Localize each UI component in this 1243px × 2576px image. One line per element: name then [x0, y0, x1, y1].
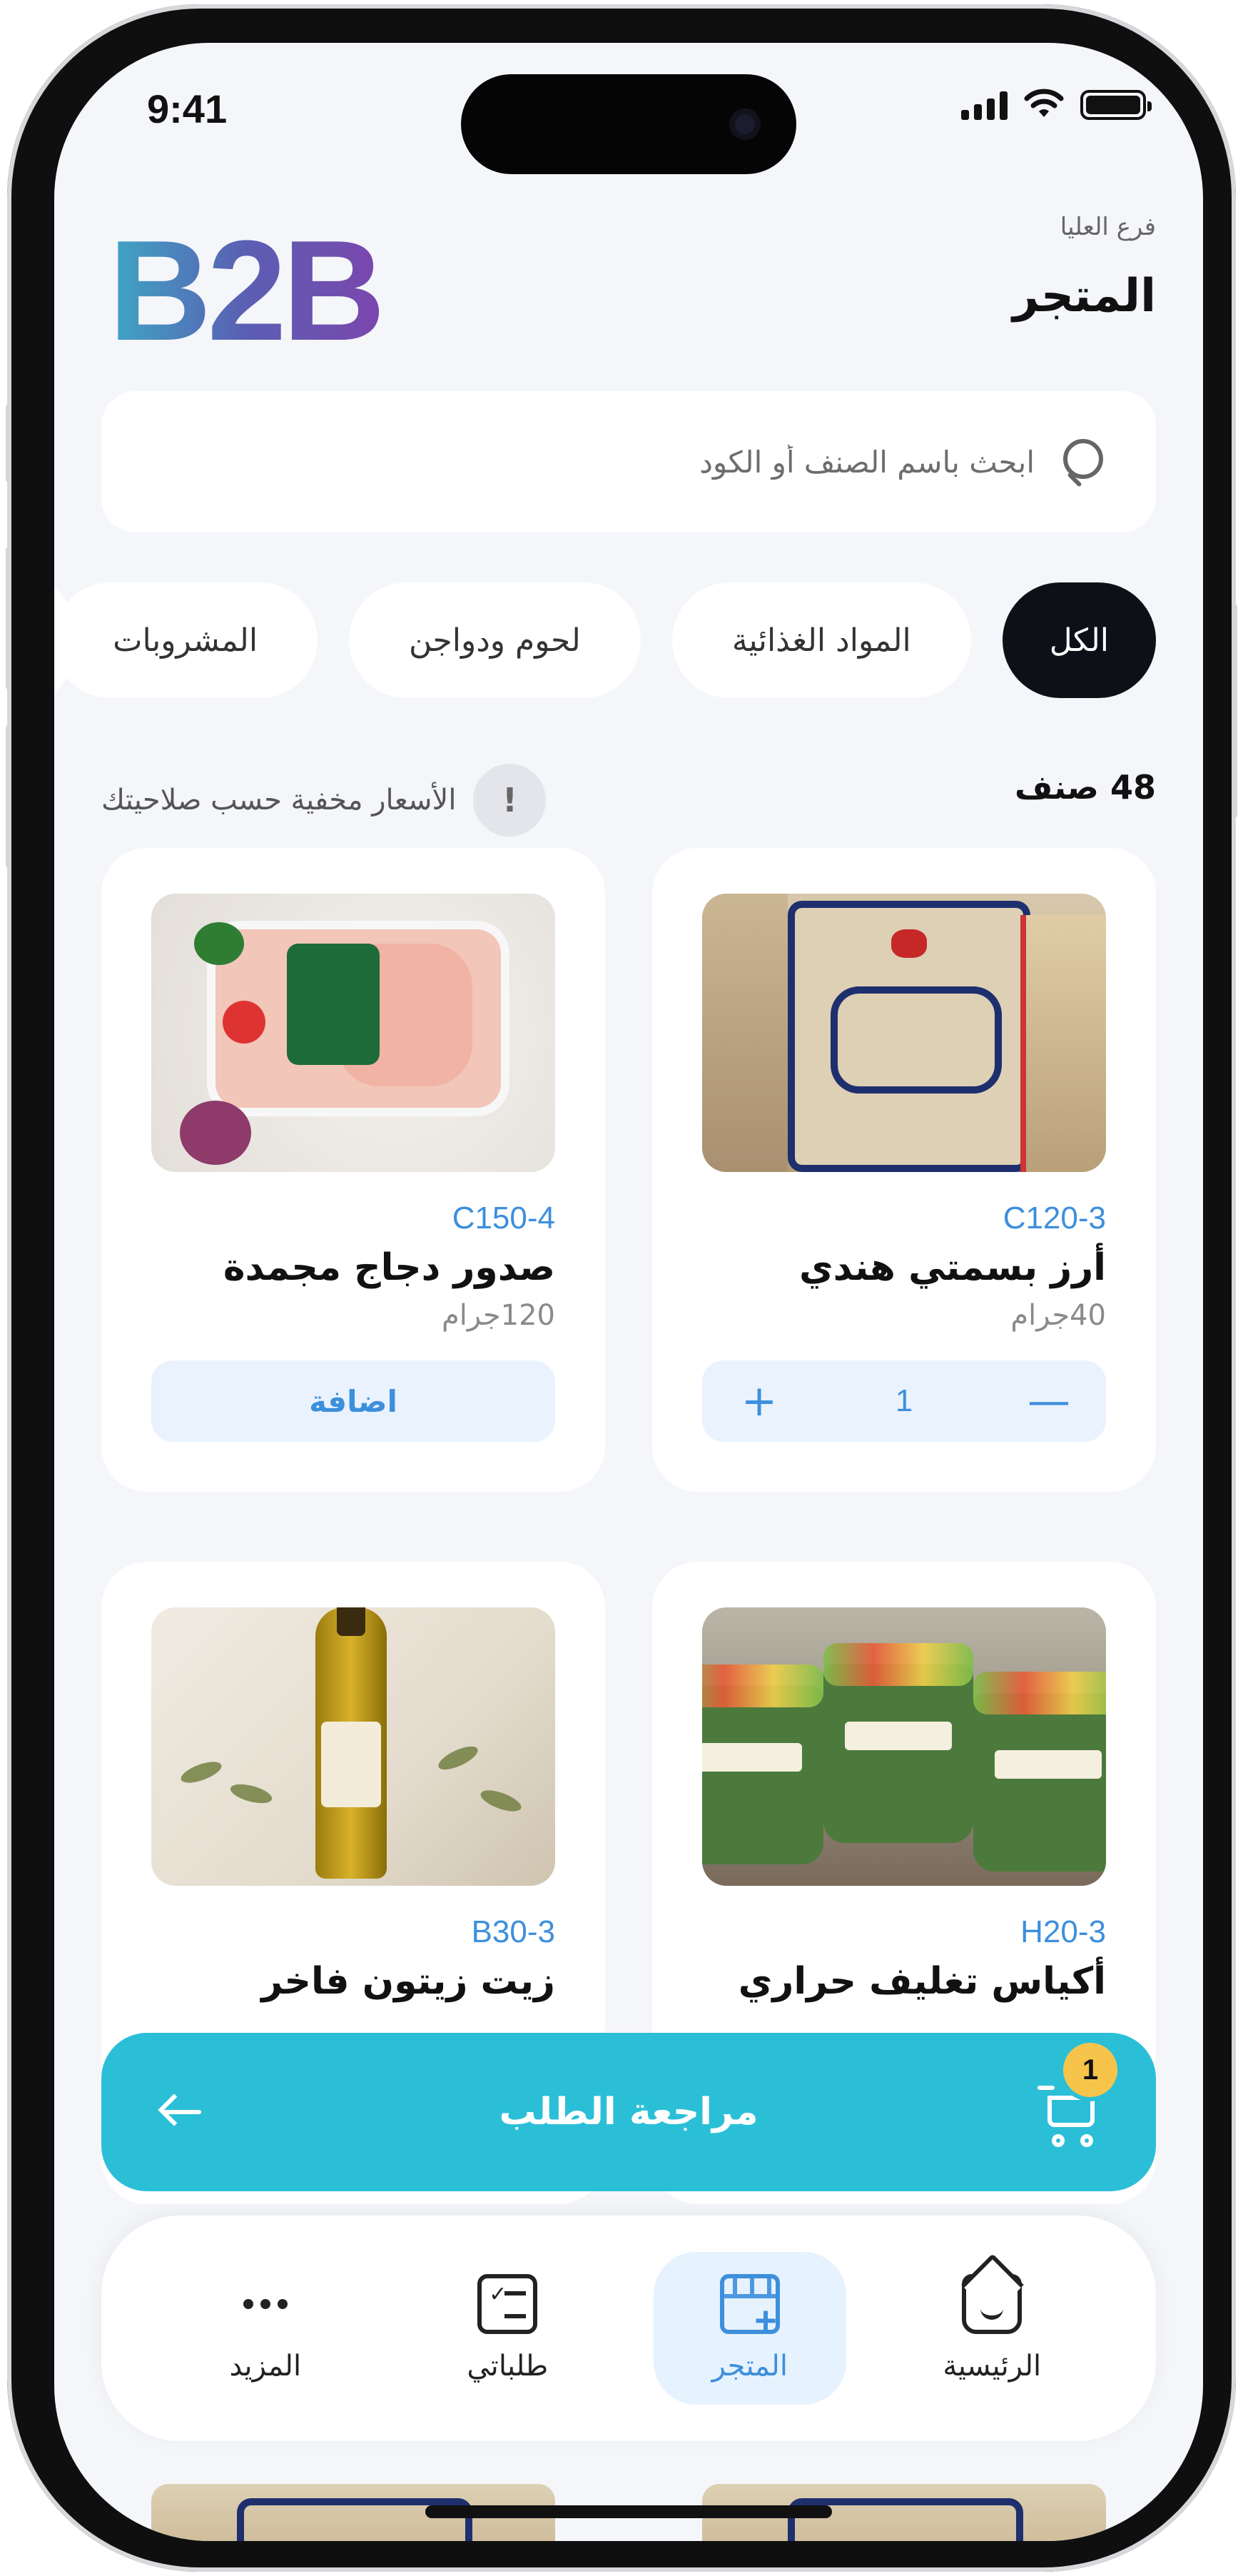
increment-button[interactable]: — — [1028, 1380, 1070, 1423]
dynamic-island — [461, 74, 796, 174]
decrement-button[interactable]: + — [738, 1380, 781, 1423]
product-weight: 40جرام — [1010, 1299, 1106, 1332]
silent-switch — [6, 404, 11, 483]
product-image-chicken — [151, 894, 555, 1172]
nav-more-label: المزيد — [229, 2350, 302, 2383]
price-notice-text: الأسعار مخفية حسب صلاحيتك — [101, 784, 457, 817]
price-notice: ! الأسعار مخفية حسب صلاحيتك — [101, 764, 547, 837]
product-code: H20-3 — [1020, 1914, 1106, 1949]
camera-icon — [729, 108, 761, 140]
product-name: أكياس تغليف حراري — [738, 1960, 1106, 2003]
app-screen: 9:41 B2B فرع العليا المتجر ابحث باسم الص… — [54, 43, 1203, 2541]
quantity-stepper: + 1 — — [702, 1360, 1106, 1442]
search-icon — [1059, 436, 1110, 488]
battery-icon — [1080, 90, 1152, 120]
volume-down-button — [6, 725, 11, 868]
search-bar[interactable] — [101, 391, 1156, 532]
chip-food[interactable]: المواد الغذائية — [671, 582, 971, 698]
signal-icon — [961, 91, 1008, 120]
nav-home-label: الرئيسية — [943, 2350, 1042, 2383]
arrow-left-icon — [158, 2090, 201, 2133]
product-weight: 120جرام — [441, 1299, 555, 1332]
bottom-navigation: الرئيسية المتجر طلباتي المزيد — [101, 2216, 1156, 2441]
more-icon — [235, 2274, 295, 2334]
nav-store[interactable]: المتجر — [653, 2252, 846, 2405]
b2b-logo: B2B — [108, 211, 385, 370]
product-image-bowls — [702, 1607, 1106, 1886]
product-code: B30-3 — [471, 1914, 555, 1949]
orders-icon — [477, 2274, 538, 2334]
add-to-cart-button[interactable]: اضافة — [151, 1360, 555, 1442]
branch-name[interactable]: فرع العليا — [1060, 213, 1156, 241]
product-card[interactable]: C120-3 أرز بسمتي هندي 40جرام + 1 — — [652, 848, 1156, 1492]
product-code: C150-4 — [452, 1201, 555, 1236]
search-input[interactable] — [147, 444, 1035, 480]
quantity-value: 1 — [895, 1383, 913, 1418]
chip-meat-poultry[interactable]: لحوم ودواجن — [349, 582, 641, 698]
nav-more[interactable]: المزيد — [169, 2252, 362, 2405]
product-card[interactable]: C150-4 صدور دجاج مجمدة 120جرام اضافة — [101, 848, 605, 1492]
item-count: 48 صنف — [1014, 768, 1156, 807]
review-order-button[interactable]: مراجعة الطلب 1 — [101, 2033, 1156, 2191]
home-indicator — [425, 2505, 832, 2518]
product-name: صدور دجاج مجمدة — [223, 1246, 555, 1289]
nav-orders[interactable]: طلباتي — [411, 2252, 604, 2405]
home-icon — [962, 2274, 1023, 2334]
product-image-olive-oil — [151, 1607, 555, 1886]
info-icon: ! — [473, 764, 547, 837]
page-title: المتجر — [1013, 270, 1156, 323]
nav-orders-label: طلباتي — [467, 2350, 549, 2383]
chip-all[interactable]: الكل — [1002, 582, 1156, 698]
power-button — [1232, 604, 1237, 818]
category-chips: الكل المواد الغذائية لحوم ودواجن المشروب… — [54, 582, 1156, 698]
store-icon — [719, 2274, 780, 2340]
product-name: أرز بسمتي هندي — [798, 1246, 1106, 1289]
nav-home[interactable]: الرئيسية — [896, 2252, 1088, 2405]
wifi-icon — [1024, 89, 1064, 117]
volume-up-button — [6, 547, 11, 690]
status-bar: 9:41 — [54, 43, 1203, 186]
product-code: C120-3 — [1003, 1201, 1106, 1236]
phone-frame: 9:41 B2B فرع العليا المتجر ابحث باسم الص… — [6, 4, 1237, 2572]
nav-store-label: المتجر — [711, 2350, 788, 2383]
status-icons — [961, 89, 1152, 120]
product-name: زيت زيتون فاخر — [261, 1960, 555, 2003]
product-image-rice — [702, 894, 1106, 1172]
cart-count-badge: 1 — [1063, 2043, 1117, 2097]
status-time: 9:41 — [147, 86, 228, 131]
review-order-label: مراجعة الطلب — [499, 2091, 759, 2133]
chip-drinks[interactable]: المشروبات — [54, 582, 318, 698]
